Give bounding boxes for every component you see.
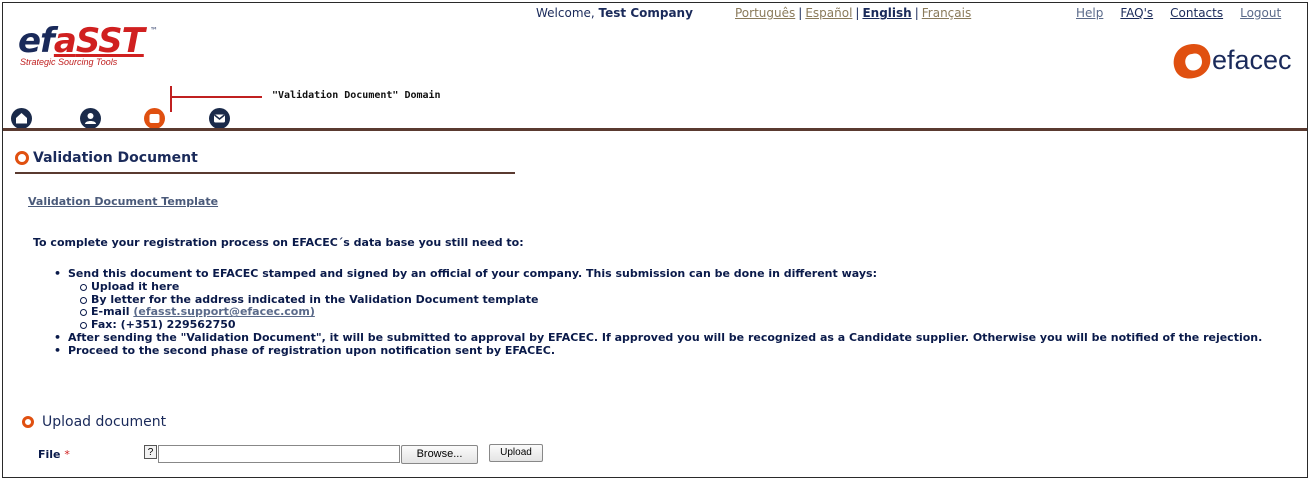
user-icon[interactable] [80, 108, 101, 129]
help-link[interactable]: Help [1076, 6, 1103, 20]
top-links: Help FAQ's Contacts Logout [1076, 6, 1281, 20]
home-icon[interactable] [11, 108, 32, 129]
upload-title-text: Upload document [42, 414, 167, 430]
title-underline [15, 172, 515, 174]
upload-bullet-icon [22, 416, 34, 428]
validation-template-link[interactable]: Validation Document Template [28, 195, 218, 208]
section-bullet-icon [15, 151, 29, 165]
sub-list-item: Upload it here [54, 280, 1299, 294]
logo-tagline: Strategic Sourcing Tools [20, 57, 118, 67]
list-item: Send this document to EFACEC stamped and… [54, 267, 1299, 281]
file-label: File * [38, 448, 70, 461]
lang-english[interactable]: English [862, 6, 911, 20]
lang-francais[interactable]: Français [922, 6, 971, 20]
help-button[interactable]: ? [144, 445, 157, 459]
language-selector: Português | Español | English | Français [735, 6, 972, 20]
support-email-link[interactable]: (efasst.support@efacec.com) [133, 305, 315, 318]
logo-text-sst: SST [75, 21, 145, 61]
welcome-message: Welcome, Test Company [536, 6, 693, 20]
efacec-logo-text: efacec [1212, 45, 1292, 75]
browse-button[interactable]: Browse... [401, 445, 478, 464]
list-item: Proceed to the second phase of registrat… [54, 344, 1299, 358]
trademark: ™ [150, 26, 158, 35]
header-divider [3, 128, 1307, 131]
annotation-connector [170, 96, 262, 98]
document-icon[interactable] [144, 108, 165, 129]
logo-text-ef: ef [18, 21, 55, 61]
logout-link[interactable]: Logout [1240, 6, 1281, 20]
sub-list-item: E-mail (efasst.support@efacec.com) [54, 305, 1299, 319]
required-marker: * [64, 448, 70, 461]
lang-espanol[interactable]: Español [805, 6, 852, 20]
intro-text: To complete your registration process on… [33, 236, 524, 249]
mail-icon[interactable] [209, 108, 230, 129]
list-item: After sending the "Validation Document",… [54, 331, 1299, 345]
contacts-link[interactable]: Contacts [1170, 6, 1223, 20]
page-title: Validation Document [15, 150, 198, 166]
annotation-label: "Validation Document" Domain [272, 90, 441, 101]
efasst-logo[interactable]: efaSST ™ Strategic Sourcing Tools [18, 21, 158, 67]
file-path-input[interactable] [158, 445, 400, 463]
welcome-user: Test Company [598, 6, 693, 20]
faqs-link[interactable]: FAQ's [1120, 6, 1153, 20]
annotation-line [170, 86, 172, 112]
instructions-list: Send this document to EFACEC stamped and… [54, 267, 1299, 358]
upload-button[interactable]: Upload [489, 444, 543, 462]
lang-portugues[interactable]: Português [735, 6, 795, 20]
upload-section-title: Upload document [22, 414, 166, 430]
page-title-text: Validation Document [33, 150, 198, 166]
logo-text-a: a [53, 21, 77, 61]
